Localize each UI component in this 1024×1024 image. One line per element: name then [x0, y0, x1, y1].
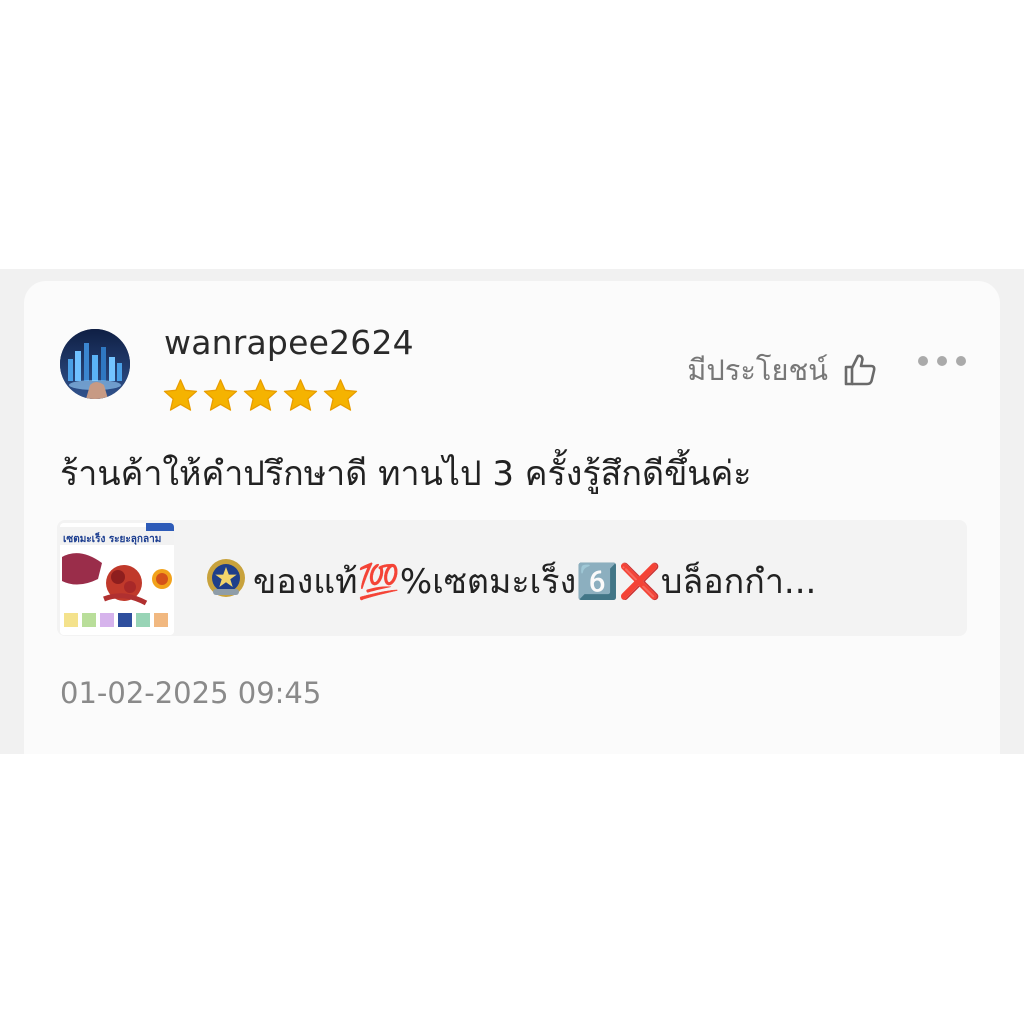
more-dot [918, 356, 928, 366]
star-icon [283, 379, 318, 411]
more-options-icon[interactable] [918, 349, 966, 373]
product-title: ของแท้💯%เซตมะเร็ง6️⃣❌บล็อกกำ... [253, 562, 817, 602]
star-icon [243, 379, 278, 411]
star-icon [163, 379, 198, 411]
more-dot [937, 356, 947, 366]
star-icon [203, 379, 238, 411]
review-timestamp: 01-02-2025 09:45 [60, 676, 322, 710]
reviewer-username[interactable]: wanrapee2624 [164, 323, 414, 362]
review-card: wanrapee2624 มีประโยชน์ ร้านค้าให้คำปรึก… [24, 281, 1000, 754]
thumbnail-title: เซตมะเร็ง ระยะลุกลาม [63, 531, 161, 545]
more-dot [956, 356, 966, 366]
helpful-label: มีประโยชน์ [687, 353, 828, 387]
certified-badge-icon [207, 559, 245, 597]
product-thumbnail-image: เซตมะเร็ง ระยะลุกลาม [60, 523, 174, 635]
avatar[interactable] [60, 329, 130, 399]
product-thumbnail: เซตมะเร็ง ระยะลุกลาม [60, 523, 174, 635]
star-rating [162, 377, 359, 414]
star-icon [323, 379, 358, 411]
thumbs-up-icon [844, 354, 876, 386]
review-text: ร้านค้าให้คำปรึกษาดี ทานไป 3 ครั้งรู้สึก… [60, 454, 752, 494]
avatar-image [60, 329, 130, 399]
page: wanrapee2624 มีประโยชน์ ร้านค้าให้คำปรึก… [0, 0, 1024, 1024]
helpful-button[interactable]: มีประโยชน์ [687, 347, 878, 393]
product-link[interactable]: เซตมะเร็ง ระยะลุกลาม ของแท้💯%เซตมะเร็ง6️… [57, 520, 967, 636]
